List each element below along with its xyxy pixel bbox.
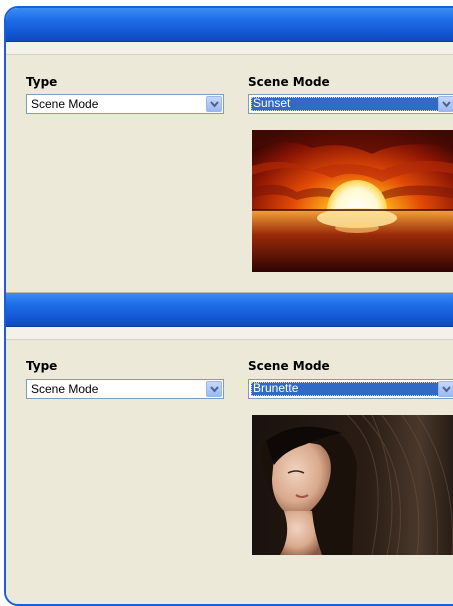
- scene-mode-label: Scene Mode: [248, 359, 330, 373]
- scene-mode-select-value: Brunette: [253, 381, 299, 395]
- chevron-down-icon[interactable]: [438, 96, 453, 112]
- type-label: Type: [26, 359, 58, 373]
- type-label: Type: [26, 75, 58, 89]
- scene-mode-select[interactable]: Brunette: [248, 379, 453, 399]
- scene-mode-select-value: Sunset: [253, 96, 291, 110]
- brunette-photo: [252, 415, 453, 555]
- title-bar-top: [6, 8, 453, 42]
- type-select[interactable]: Scene Mode: [26, 379, 224, 399]
- header-strip-bottom: [6, 327, 453, 340]
- scene-mode-select[interactable]: Sunset: [248, 94, 453, 114]
- scene-mode-label: Scene Mode: [248, 75, 330, 89]
- scene-panel-top: Type Scene Mode Scene Mode Sunset: [6, 8, 453, 294]
- chevron-down-icon[interactable]: [206, 381, 222, 397]
- title-bar-bottom: [6, 293, 453, 327]
- chevron-down-icon[interactable]: [438, 381, 453, 397]
- chevron-down-icon[interactable]: [206, 96, 222, 112]
- dialog-frame: Type Scene Mode Scene Mode Sunset Type S…: [4, 6, 453, 606]
- type-select[interactable]: Scene Mode: [26, 94, 224, 114]
- header-strip-top: [6, 42, 453, 55]
- scene-panel-bottom: Type Scene Mode Scene Mode Brunette: [6, 292, 453, 604]
- type-select-value: Scene Mode: [31, 97, 99, 111]
- sunset-photo: [252, 130, 453, 272]
- type-select-value: Scene Mode: [31, 382, 99, 396]
